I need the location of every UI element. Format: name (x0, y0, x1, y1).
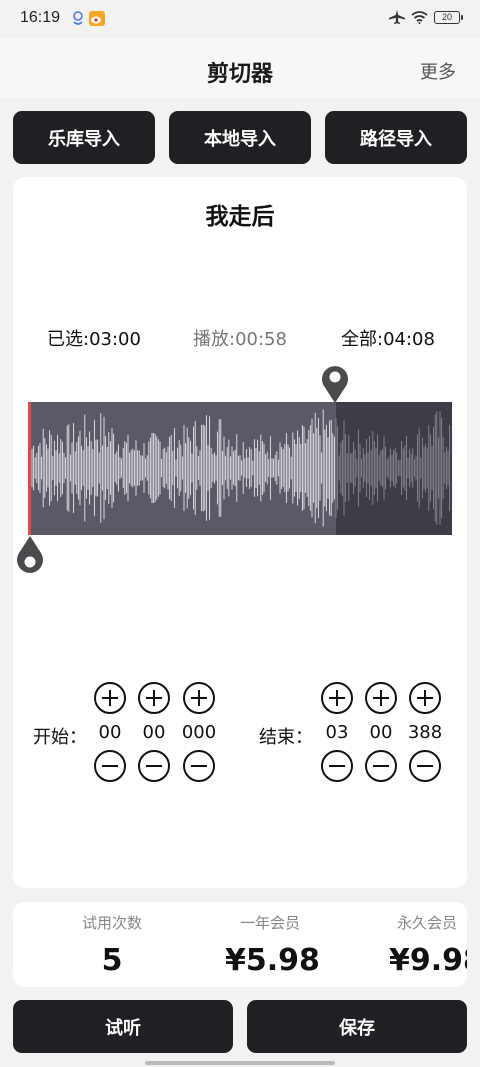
start-minutes-minus-icon[interactable] (94, 750, 126, 782)
selected-duration: 已选:03:00 (47, 329, 141, 350)
trial-count: 试用次数 5 (73, 902, 151, 978)
start-seconds-plus-icon[interactable] (138, 682, 170, 714)
start-millis: 000 (181, 722, 217, 743)
start-seconds: 00 (142, 722, 166, 743)
start-minutes: 00 (98, 722, 122, 743)
end-minutes-minus-icon[interactable] (321, 750, 353, 782)
year-membership-price: ¥5.98 (225, 943, 320, 978)
save-button[interactable]: 保存 (247, 1000, 467, 1053)
more-button[interactable]: 更多 (420, 58, 456, 84)
end-seconds-plus-icon[interactable] (365, 682, 397, 714)
trial-count-label: 试用次数 (81, 914, 142, 932)
end-millis-minus-icon[interactable] (409, 750, 441, 782)
start-seconds-minus-icon[interactable] (138, 750, 170, 782)
end-label: 结束： (259, 727, 313, 748)
library-import-button[interactable]: 乐库导入 (13, 111, 155, 164)
status-time: 16:19 (20, 9, 61, 26)
end-seconds-minus-icon[interactable] (365, 750, 397, 782)
page-title: 剪切器 (206, 62, 273, 87)
end-millis-plus-icon[interactable] (409, 682, 441, 714)
battery-icon: 20 (434, 10, 463, 24)
app-notification-icon (73, 11, 83, 25)
waveform[interactable] (28, 402, 452, 535)
year-membership-label: 一年会员 (239, 914, 300, 932)
path-import-button[interactable]: 路径导入 (325, 111, 467, 164)
start-label: 开始： (33, 727, 87, 748)
local-import-button[interactable]: 本地导入 (169, 111, 311, 164)
home-indicator (145, 1061, 335, 1065)
membership-card: 试用次数 5 一年会员 ¥5.98 永久会员 ¥9.98 (13, 902, 467, 987)
year-membership-option[interactable]: 一年会员 ¥5.98 (225, 902, 320, 978)
song-title: 我走后 (205, 204, 275, 230)
preview-button[interactable]: 试听 (13, 1000, 233, 1053)
forever-membership-option[interactable]: 永久会员 ¥9.98 (387, 902, 467, 978)
start-millis-minus-icon[interactable] (183, 750, 215, 782)
end-minutes-plus-icon[interactable] (321, 682, 353, 714)
total-duration: 全部:04:08 (341, 329, 435, 350)
editor-card: 我走后 已选:03:00 播放:00:58 全部:04:08 开始： 00 00 (13, 177, 467, 888)
end-millis: 388 (407, 722, 443, 743)
status-bar: 16:19 20 (0, 0, 480, 38)
start-millis-plus-icon[interactable] (183, 682, 215, 714)
start-minutes-plus-icon[interactable] (94, 682, 126, 714)
airplane-mode-icon (389, 10, 405, 24)
start-cursor (28, 402, 31, 535)
title-bar: 剪切器 更多 (0, 38, 480, 98)
start-marker-handle-icon[interactable] (15, 535, 45, 577)
wifi-icon (411, 10, 428, 24)
end-marker-handle-icon[interactable] (320, 362, 350, 404)
weibo-notification-icon (89, 11, 105, 26)
end-seconds: 00 (369, 722, 393, 743)
trial-count-value: 5 (101, 943, 123, 978)
waveform-svg (28, 402, 452, 535)
end-minutes: 03 (325, 722, 349, 743)
action-buttons: 试听 保存 (13, 1000, 467, 1053)
forever-membership-label: 永久会员 (397, 914, 458, 932)
import-buttons: 乐库导入 本地导入 路径导入 (13, 111, 467, 164)
play-position: 播放:00:58 (193, 329, 287, 350)
forever-membership-price: ¥9.98 (389, 943, 467, 978)
